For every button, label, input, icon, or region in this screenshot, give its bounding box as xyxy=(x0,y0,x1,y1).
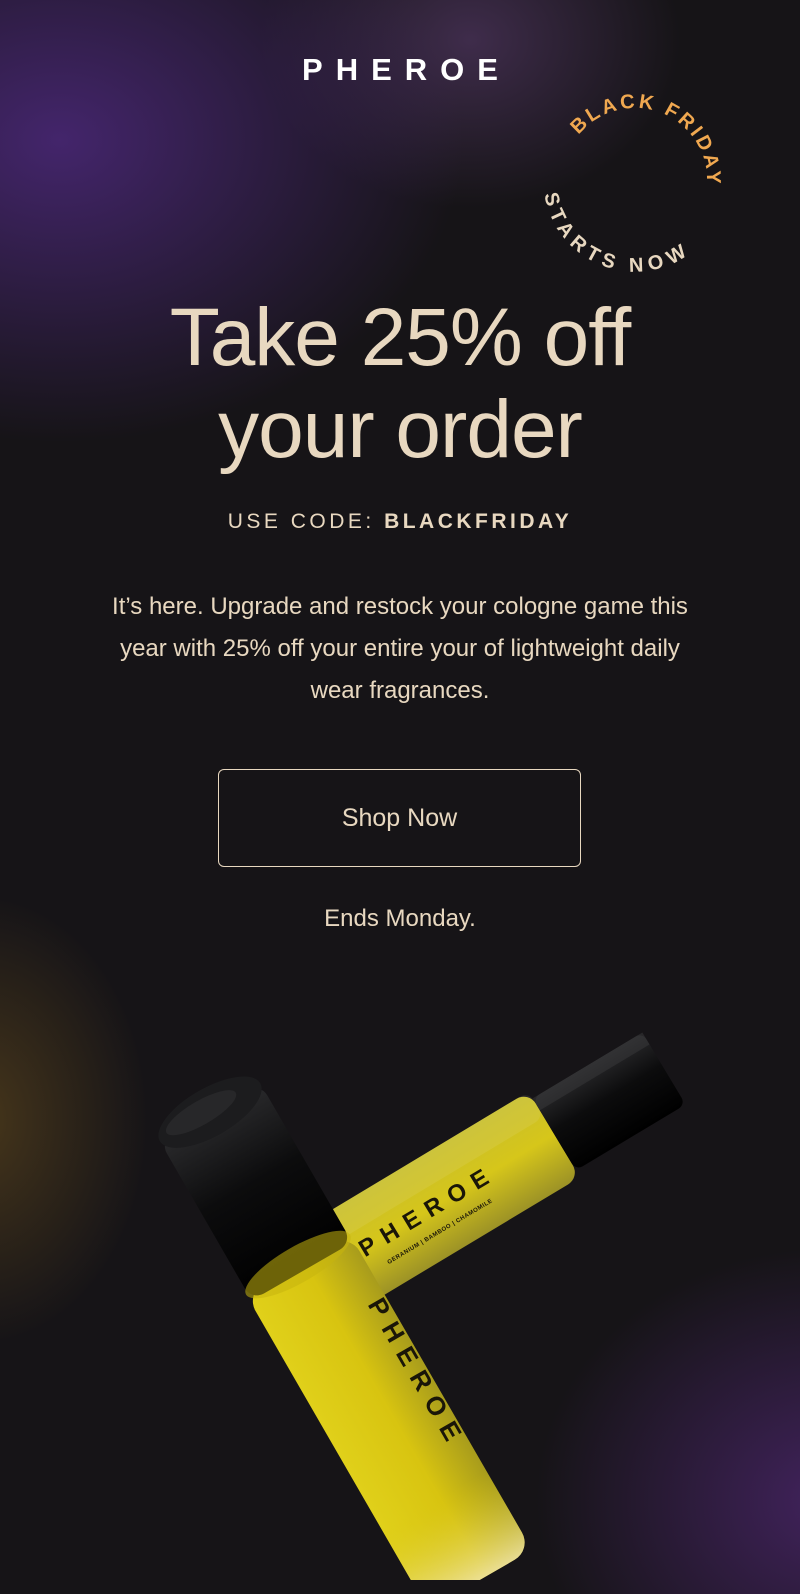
promo-code: USE CODE: BLACKFRIDAY xyxy=(0,510,800,534)
badge-line-1: BLACK FRIDAY xyxy=(563,80,735,195)
body-copy: It’s here. Upgrade and restock your colo… xyxy=(112,593,688,704)
promo-code-label: USE CODE: xyxy=(227,510,385,533)
svg-text:STARTS NOW: STARTS NOW xyxy=(535,183,698,280)
shop-now-button[interactable]: Shop Now xyxy=(218,769,581,867)
black-friday-badge: BLACK FRIDAY STARTS NOW xyxy=(535,80,735,280)
svg-text:BLACK FRIDAY: BLACK FRIDAY xyxy=(563,80,735,195)
ends-notice: Ends Monday. xyxy=(324,905,476,932)
headline-line-2: your order xyxy=(218,384,583,475)
badge-line-2: STARTS NOW xyxy=(535,183,698,280)
promo-code-value: BLACKFRIDAY xyxy=(384,510,573,533)
product-image[interactable]: PHEROE GERANIUM | BAMBOO | CHAMOMILE PHE… xyxy=(0,940,800,1580)
back-bottle: PHEROE GERANIUM | BAMBOO | CHAMOMILE xyxy=(317,1032,683,1301)
headline-line-1: Take 25% off xyxy=(169,292,632,383)
headline: Take 25% off your order xyxy=(0,292,800,476)
